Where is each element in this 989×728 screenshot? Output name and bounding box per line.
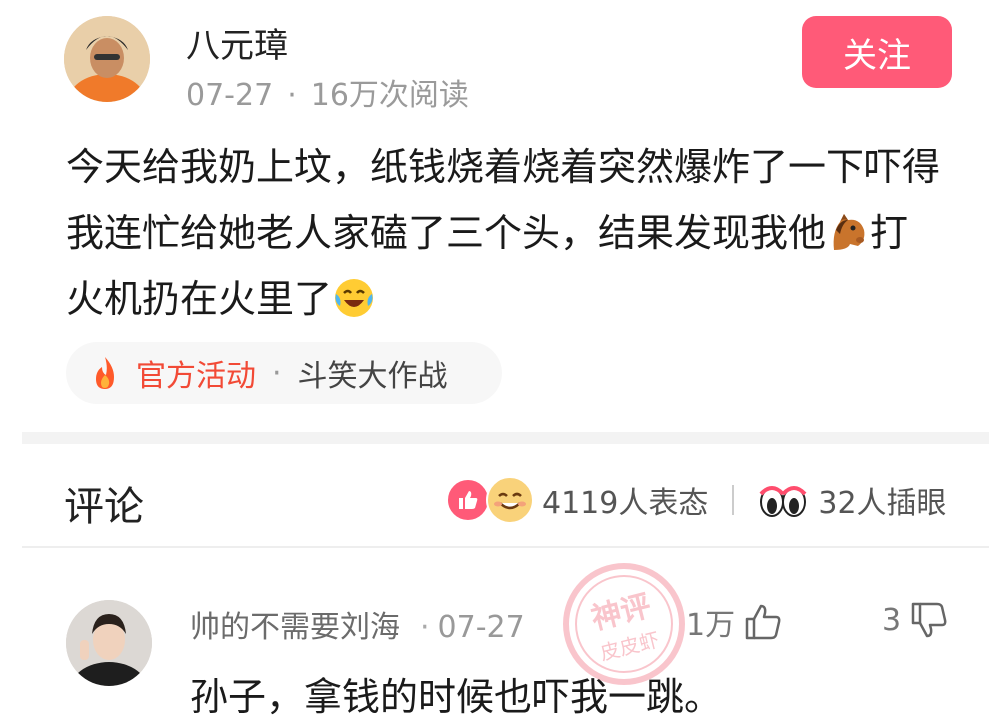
activity-name: 斗笑大作战 — [297, 359, 448, 394]
post-text-part1: 今天给我奶上坟，纸钱烧着烧着突然爆炸了一下吓得我连忙给她老人家磕了三个头，结果发… — [66, 145, 941, 255]
comments-header: 评论 4119人表态 32人插眼 — [0, 462, 989, 542]
eyes-count: 32人插眼 — [818, 486, 947, 521]
comment-meta-separator: · — [420, 610, 430, 645]
thumbs-up-outline-icon — [745, 604, 781, 640]
meta-separator: · — [287, 78, 297, 113]
comment-date: 07-27 — [437, 610, 525, 645]
eyes-icon — [759, 486, 807, 517]
comment-item: 帅的不需要刘海 · 07-27 1万 3 孙子，拿钱的时候也吓我一跳。 — [0, 556, 989, 728]
fire-icon — [96, 357, 114, 389]
commenter-meta: 帅的不需要刘海 · 07-27 — [190, 602, 525, 646]
author-avatar[interactable] — [64, 16, 150, 102]
activity-tag[interactable]: 官方活动 · 斗笑大作战 — [66, 342, 502, 404]
reaction-separator — [732, 485, 735, 515]
commenter-avatar[interactable] — [66, 600, 152, 686]
post-views: 16万次阅读 — [310, 78, 469, 113]
post-meta: 07-27 · 16万次阅读 — [186, 70, 469, 114]
laughing-crying-emoji-icon — [332, 274, 376, 318]
comments-divider — [22, 546, 989, 548]
comment-like-button[interactable]: 1万 — [686, 600, 783, 644]
post-body: 今天给我奶上坟，纸钱烧着烧着突然爆炸了一下吓得我连忙给她老人家磕了三个头，结果发… — [66, 134, 946, 332]
god-comment-stamp-icon: 神评 皮皮虾 — [563, 563, 685, 685]
grin-face-icon — [486, 476, 534, 524]
reaction-count: 4119人表态 — [542, 486, 709, 521]
horse-face-emoji-icon — [826, 208, 870, 252]
comment-like-count: 1万 — [686, 608, 736, 643]
thumbs-up-icon — [446, 478, 490, 522]
activity-separator: · — [272, 355, 282, 391]
reactions-summary[interactable]: 4119人表态 32人插眼 — [446, 476, 947, 524]
thumbs-down-outline-icon — [911, 602, 947, 638]
commenter-name[interactable]: 帅的不需要刘海 — [190, 610, 400, 645]
follow-button[interactable]: 关注 — [802, 16, 952, 88]
comment-dislike-button[interactable]: 3 — [882, 600, 949, 640]
activity-label: 官方活动 — [136, 359, 256, 394]
reaction-icons — [446, 476, 538, 524]
post-header: 八元璋 07-27 · 16万次阅读 关注 — [0, 0, 989, 120]
comment-dislike-count: 3 — [882, 602, 902, 638]
comments-title: 评论 — [64, 484, 144, 530]
author-name[interactable]: 八元璋 — [186, 18, 288, 67]
section-divider — [22, 432, 989, 444]
post-date: 07-27 — [186, 78, 274, 113]
